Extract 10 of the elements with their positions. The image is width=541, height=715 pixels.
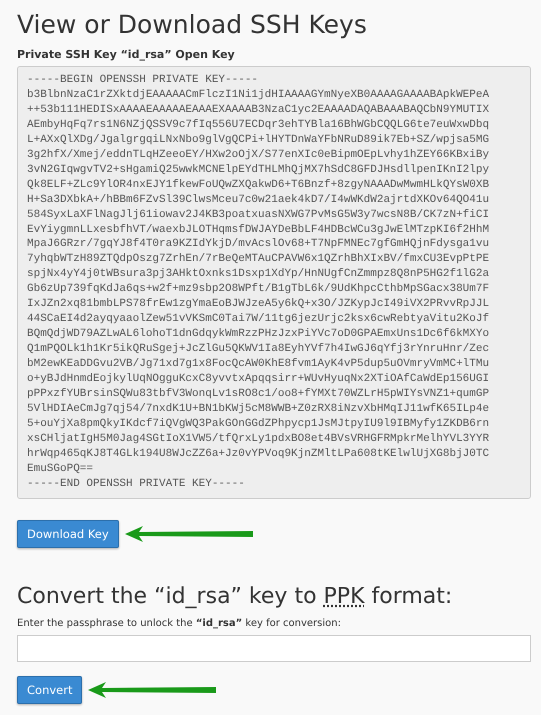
section-heading: Convert the “id_rsa” key to PPK format:: [17, 582, 454, 611]
key-text: -----BEGIN OPENSSH PRIVATE KEY----- b3BlbnNzaC1rZXktdjEAAAAACmFlczI1Ni1jdHIAAAAGYmNyeXB0AAAAGAAAABApkWEPeA ++53b111HEDISxAAAAEAAAAAEAAAEXAAAAB3NzaC1yc2EAAAADAQABAAABAQCbN9YMUTIX AEmbyHqFq7rs1N6NZjQSSV9c7fIq556U7ECDqr3ehTYBla16BhWGbCQQLG6te7euWxwDbq L+AXxQlXDg/JgalgrgqiLNxNbo9glVgQCPi+lHYTDnWaYFbNRuD89ik7Eb+SZ/wpjsa5MG 3g2hfX/Xmej/eddnTLqHZeeoEY/HXw2oOjX/S77enXIc0eBipmOEpLvhy1hZEY66KBxiBy 3vN2GIqwgvTV2+sHgamiQ25wwkMCNElpEYdTHLMhQjMX7hSdC8GFDJHsdllpenIKnI2lpy Qk8ELF+ZLc9YlOR4nxEJY1fkewFoUQwZXQakwD6+T6Bnzf+8zgyNAAADwMwmHLkQYsW0XB H+Sa3DXbkA+/hBBm6FZvSl39ClwsMceu7c0w21aek4kD7/I4wWKdW2ajrtdXKOv64QO41u 584SyxLaXFlNagJlj61iowav2J4KB3poatxuasNXWG7PvMsG5W3y7wcsN8B/CK7zN+fiCI EvYiygmnLLxesbfhVT/waexbJLOTHqmsfDWJAYDeBbLF4HDBcWCu3gJwElMTzpKI6f2HhM MpaJ6GRzr/7gqYJ8f4T0ra9KZIdYkjD/mvAcslOv68+T7NpFMNEc7gfGmHQjnFdysga1vu 7yhqbWTzH89ZTQdpOszg7ZrhEn/7rBeQeMTAuCPAVW6x1QZrhBhXIxBV/fmxCU3EvpPtPE spjNx4yY4j0tWBsura3pj3AHktOxnks1Dsxp1XdYp/HnNUgfCnZmmpz8Q8nP5HG2f1lG2a Gb6zUp739fqKdJa6qs+w2f+mz9sbp2O8WPft/B1gTbL6k/9UdKhpcCthbMpSGacx38Um7F IxJZn2xq81bmbLPS78frEw1zgYmaEoBJWJzeA5y6kQ+x3O/JZKypJcI49iVX2PRvvRpJJL 44SCaEI4d2ayqyaaolZew51vVKSmC0Tai7W/11tg6jezUrjc2ksx6cwRebtyaVitu2KoJf BQmQdjWD79AZLwAL6lohoT1dnGdqykWmRzzPHzJzxPiYVc7oD0GPAEmxUns1Dc6f6kMXYo Q1mPQOLk1h1Kr5ikQRuSgej+JcZlGu5QKWV1Ia8EyhYVf7h4IwGJ6qYfj3rYnruHnr/Zec bM2ewKEaDDGvu2VB/Jg71xd7g1x8FocQcAW0KhE8fvm1AyK4vP5dup5uOVmryVmMC+lTMu o+yBJdHnmdEojkylUqNOgguKcxC8yvvtxApqqsirr+WUvHyuqNx2XTiOAfCaWdEp156UGI pPPxzfYUBrsinSQWu83tbfV3WonqLv1sRO8c1/oo8+fYMXt70WZLrH5pWIYsVNZ1+qumGP 5VlHDIAeCmJg7qj54/7nxdK1U+BN1bKWj5cM8WWB+Z0zRX8iNzvXbHMqIJ11wfK65ILp4e 5+ouYjXa8pmQkyIKdcf7iQVgWQ3PakGOnGGdZPhpycp1JsMJtpyIU9l9IBMyfy1ZKDB6rn xsCHljatIgH5M0Jag4SGtIoX1VW5/tfQrxLy1pdxBO8et4BVsVRHGFRMpkrMelhYVL3YYR hrWqp465qKJ8T4GLk194U8WJcZZ6a+Jz0vYPVoq9KjnZMltLPa608tKElwlUjXG8bjJ0TC EmuSGoPQ== -----END OPENSSH PRIVATE KEY-----: [17, 66, 531, 499]
download-button[interactable]: Download Key: [17, 520, 119, 548]
arrow-icon: [88, 680, 216, 699]
passphrase-field[interactable]: [17, 634, 531, 662]
key-label: Private SSH Key “id_rsa” Open Key: [17, 48, 236, 61]
passphrase-label: Enter the passphrase to unlock the “id_rsa” key for conversion:: [17, 618, 342, 629]
page-title: View or Download SSH Keys: [17, 9, 368, 41]
convert-button[interactable]: Convert: [17, 676, 82, 704]
arrow-icon: [124, 524, 253, 543]
